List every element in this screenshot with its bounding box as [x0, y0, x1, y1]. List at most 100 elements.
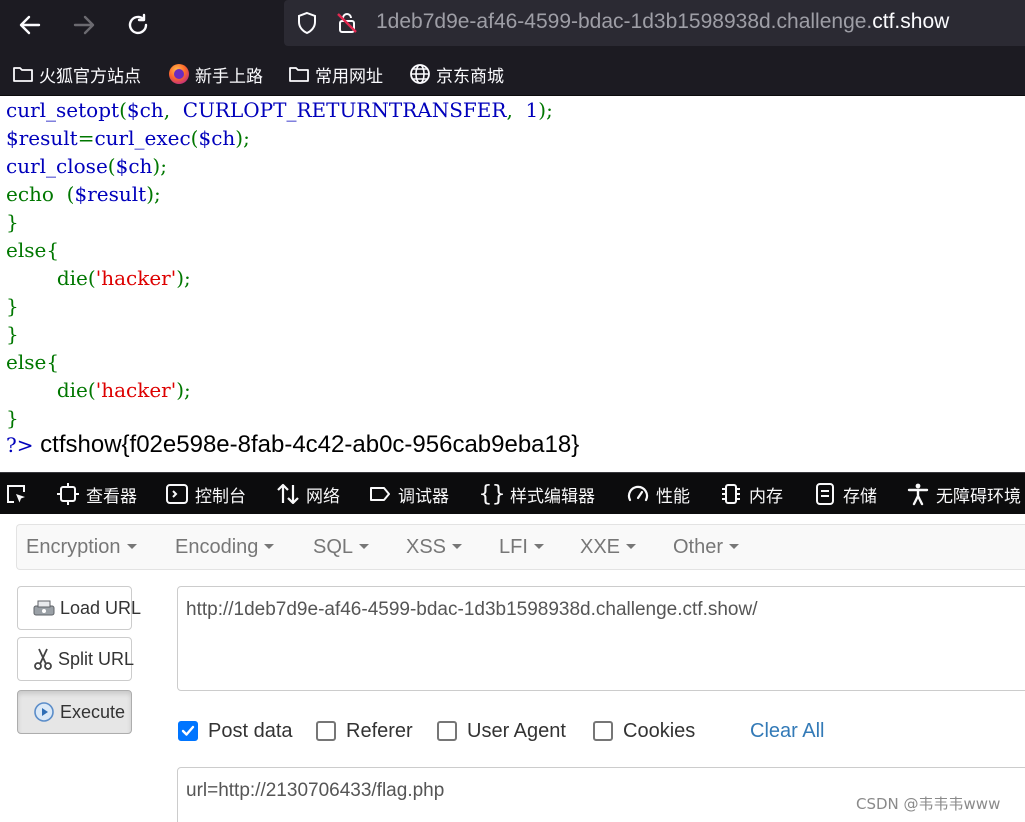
tab-network[interactable]: 网络 [276, 481, 340, 507]
insecure-lock-icon[interactable] [334, 10, 360, 36]
option-user-agent[interactable]: User Agent [437, 718, 566, 744]
bookmark-item[interactable]: 京东商城 [409, 62, 504, 87]
code-token: ); [146, 182, 161, 206]
url-text[interactable]: 1deb7d9e-af46-4599-bdac-1d3b1598938d.cha… [376, 10, 949, 34]
flag-text: ctfshow{f02e598e-8fab-4c42-ab0c-956cab9e… [40, 431, 580, 458]
reload-button[interactable] [120, 8, 156, 42]
bookmark-label: 常用网址 [315, 66, 383, 87]
bookmark-item[interactable]: 常用网址 [288, 62, 383, 87]
caret-down-icon [533, 544, 544, 550]
checkmark-icon [181, 725, 195, 736]
caret-down-icon [729, 544, 740, 550]
tab-label: 无障碍环境 [936, 486, 1021, 507]
code-token: } [6, 210, 19, 234]
tab-storage[interactable]: 存储 [813, 481, 877, 507]
bookmark-item[interactable]: 火狐官方站点 [12, 62, 141, 87]
console-icon [165, 482, 189, 506]
bookmark-item[interactable]: 新手上路 [168, 62, 263, 87]
browser-toolbar: 1deb7d9e-af46-4599-bdac-1d3b1598938d.cha… [0, 0, 1025, 50]
php-closing-tag: ?> [6, 433, 34, 457]
watermark: CSDN @韦韦韦www [856, 795, 1001, 813]
tab-memory[interactable]: 内存 [719, 481, 783, 507]
code-line: } [6, 208, 1021, 236]
tracking-shield-icon[interactable] [294, 10, 320, 36]
clear-all-link[interactable]: Clear All [750, 718, 824, 744]
tab-label: 控制台 [195, 486, 246, 507]
code-line: else{ [6, 236, 1021, 264]
user-agent-checkbox[interactable] [437, 721, 457, 741]
code-token: $ch [115, 154, 153, 178]
post-data-checkbox[interactable] [178, 721, 198, 741]
code-line: die('hacker'); [6, 376, 1021, 404]
code-token: ); [538, 98, 553, 122]
tab-label: 调试器 [398, 486, 449, 507]
memory-icon [719, 482, 743, 506]
code-line: else{ [6, 348, 1021, 376]
menu-label: XXE [580, 536, 621, 558]
tab-label: 内存 [749, 486, 783, 507]
menu-xxe[interactable]: XXE [580, 525, 637, 569]
code-token: ); [176, 378, 191, 402]
code-token: $result [74, 182, 147, 206]
menu-other[interactable]: Other [673, 525, 740, 569]
reload-icon [128, 13, 148, 35]
option-cookies[interactable]: Cookies [593, 718, 695, 744]
menu-label: Encoding [175, 536, 259, 558]
code-token: $ch [126, 98, 164, 122]
execute-label: Execute [60, 701, 126, 722]
menu-label: Other [673, 536, 724, 558]
menu-label: Encryption [26, 536, 121, 558]
code-token: $result [6, 126, 78, 150]
tab-inspector[interactable]: 查看器 [56, 481, 137, 507]
tab-console[interactable]: 控制台 [165, 481, 246, 507]
menu-encoding[interactable]: Encoding [175, 525, 275, 569]
code-token: ( [119, 98, 127, 122]
referer-checkbox[interactable] [316, 721, 336, 741]
load-url-button[interactable]: Load URL [17, 586, 141, 630]
address-bar[interactable]: 1deb7d9e-af46-4599-bdac-1d3b1598938d.cha… [284, 0, 1025, 46]
execute-button[interactable]: Execute [17, 690, 132, 734]
forward-button[interactable] [66, 8, 102, 42]
menu-encryption[interactable]: Encryption [26, 525, 137, 569]
code-token: else{ [6, 350, 60, 374]
performance-icon [626, 482, 650, 506]
code-line: $result=curl_exec($ch); [6, 124, 1021, 152]
menu-sql[interactable]: SQL [313, 525, 370, 569]
url-textarea[interactable]: http://1deb7d9e-af46-4599-bdac-1d3b15989… [177, 586, 1025, 691]
forward-arrow-icon [73, 15, 95, 35]
code-token: echo ( [6, 182, 75, 206]
split-url-label: Split URL [58, 648, 135, 669]
code-token: CURLOPT_RETURNTRANSFER [182, 98, 507, 122]
tab-accessibility[interactable]: 无障碍环境 [906, 481, 1021, 507]
cookies-checkbox[interactable] [593, 721, 613, 741]
menu-label: SQL [313, 536, 354, 558]
code-token: } [6, 406, 19, 430]
caret-down-icon [264, 544, 275, 550]
option-referer[interactable]: Referer [316, 718, 413, 744]
tab-debugger[interactable]: 调试器 [368, 481, 449, 507]
element-picker-button[interactable] [4, 481, 34, 507]
hackbar-panel: Encryption Encoding SQL XSS LFI XXE Othe… [0, 514, 1025, 822]
debugger-icon [368, 482, 392, 506]
code-token: = [77, 126, 95, 150]
menu-lfi[interactable]: LFI [499, 525, 544, 569]
play-icon [32, 700, 56, 724]
caret-down-icon [452, 544, 463, 550]
php-source-code: curl_setopt($ch, CURLOPT_RETURNTRANSFER,… [6, 96, 1021, 432]
tab-performance[interactable]: 性能 [626, 481, 690, 507]
tab-label: 查看器 [86, 486, 137, 507]
code-token: , [163, 98, 183, 122]
code-line: die('hacker'); [6, 264, 1021, 292]
code-token: 'hacker' [95, 378, 177, 402]
back-button[interactable] [12, 8, 48, 42]
code-token: $ch [198, 126, 236, 150]
tab-style-editor[interactable]: {} 样式编辑器 [479, 481, 595, 507]
option-post-data[interactable]: Post data [178, 718, 293, 744]
code-token: } [6, 322, 19, 346]
code-token: curl_close [6, 154, 108, 178]
menu-xss[interactable]: XSS [406, 525, 463, 569]
code-token: die( [6, 266, 96, 290]
split-url-button[interactable]: Split URL [17, 637, 135, 681]
network-icon [276, 482, 300, 506]
firefox-icon [168, 63, 190, 85]
